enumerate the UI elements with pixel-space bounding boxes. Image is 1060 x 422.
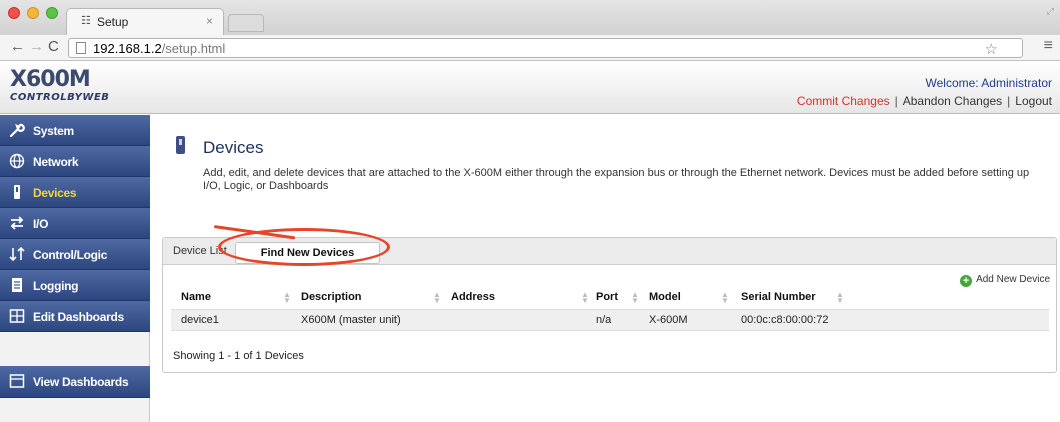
tab-close-icon[interactable]: × (206, 14, 213, 28)
arrows-icon (9, 215, 25, 231)
sidebar-item-label: View Dashboards (33, 375, 129, 389)
logic-icon (9, 246, 25, 262)
sidebar-item-system[interactable]: System (0, 115, 150, 146)
welcome-text: Welcome: Administrator (925, 76, 1053, 90)
bookmark-star-icon[interactable]: ☆ (985, 42, 998, 58)
page-icon (76, 42, 86, 54)
table-header: Name ▲ ▼ Description ▲ ▼ Address ▲ ▼ Port ▲… (171, 291, 1049, 307)
separator: | (1007, 94, 1011, 108)
sidebar-item-label: System (33, 124, 74, 138)
window-maximize-button[interactable] (46, 7, 58, 19)
window-minimize-button[interactable] (27, 7, 39, 19)
column-header-port[interactable]: Port (596, 291, 618, 303)
sidebar-item-devices[interactable]: Devices (0, 177, 150, 208)
sidebar-item-view-dashboards[interactable]: View Dashboards (0, 366, 150, 398)
sort-icon[interactable]: ▲ ▼ (433, 291, 441, 305)
cell-model: X-600M (649, 314, 688, 326)
sidebar-item-network[interactable]: Network (0, 146, 150, 177)
logout-link[interactable]: Logout (1015, 94, 1052, 108)
column-header-description[interactable]: Description (301, 291, 362, 303)
dashboard-icon (9, 308, 25, 324)
cell-description: X600M (master unit) (301, 314, 401, 326)
column-header-address[interactable]: Address (451, 291, 495, 303)
header-links: Commit Changes | Abandon Changes | Logout (797, 94, 1052, 108)
page-description: Add, edit, and delete devices that are a… (203, 167, 1030, 192)
list-icon (9, 277, 25, 293)
sort-icon[interactable]: ▲ ▼ (721, 291, 729, 305)
back-arrow-icon[interactable]: ← (10, 38, 25, 56)
favicon-icon: ☷ (81, 15, 91, 27)
sidebar-item-label: Network (33, 155, 79, 169)
logo-main: X600M (10, 67, 91, 92)
tab-title: Setup (97, 15, 129, 29)
sidebar-item-label: Edit Dashboards (33, 310, 124, 324)
sidebar-item-label: Control/Logic (33, 248, 108, 262)
reload-icon[interactable]: C (48, 38, 59, 56)
table-row[interactable]: device1 X600M (master unit) n/a X-600M 0… (171, 309, 1049, 331)
wrench-icon (9, 122, 25, 138)
fullscreen-icon[interactable]: ⤢ (1047, 6, 1054, 17)
cell-port: n/a (596, 314, 612, 326)
logo: X600M CONTROLBYWEB (10, 68, 109, 104)
device-icon (176, 136, 185, 154)
device-icon (9, 184, 25, 200)
tab-device-list[interactable]: Device List (173, 245, 227, 257)
forward-arrow-icon[interactable]: → (29, 38, 44, 56)
sidebar-item-label: Logging (33, 279, 79, 293)
separator: | (894, 94, 898, 108)
cell-name: device1 (181, 314, 219, 326)
add-new-device-label: Add New Device (976, 274, 1050, 285)
address-bar[interactable]: 192.168.1.2/setup.html ☆ (68, 38, 1023, 58)
tab-strip: Device List Find New Devices (163, 238, 1056, 265)
globe-icon (9, 153, 25, 169)
sidebar-item-edit-dashboards[interactable]: Edit Dashboards (0, 301, 150, 332)
page-title: Devices (203, 138, 264, 157)
pagination-info: Showing 1 - 1 of 1 Devices (173, 350, 304, 362)
url-path: /setup.html (161, 41, 226, 56)
abandon-changes-link[interactable]: Abandon Changes (903, 94, 1002, 108)
sort-icon[interactable]: ▲ ▼ (283, 291, 291, 305)
plus-circle-icon: + (960, 275, 973, 287)
column-header-name[interactable]: Name (181, 291, 211, 303)
sidebar: System Network Devices I/O Control/Logic… (0, 115, 150, 422)
sidebar-item-control-logic[interactable]: Control/Logic (0, 239, 150, 270)
browser-menu-icon[interactable]: ≡ (1044, 37, 1053, 55)
app-header: X600M CONTROLBYWEB Welcome: Administrato… (0, 62, 1060, 114)
sidebar-item-logging[interactable]: Logging (0, 270, 150, 301)
commit-changes-link[interactable]: Commit Changes (797, 94, 890, 108)
browser-toolbar: ← → C 192.168.1.2/setup.html ☆ ≡ (0, 35, 1060, 61)
add-new-device-button[interactable]: + Add New Device (960, 274, 1050, 287)
url-text: 192.168.1.2/setup.html (93, 41, 225, 56)
column-header-model[interactable]: Model (649, 291, 681, 303)
window-close-button[interactable] (8, 7, 20, 19)
devices-panel: Device List Find New Devices + Add New De… (162, 237, 1057, 373)
browser-tab-setup[interactable]: ☷ Setup × (66, 8, 224, 35)
logo-sub: CONTROLBYWEB (10, 92, 110, 103)
column-header-serial-number[interactable]: Serial Number (741, 291, 816, 303)
sidebar-item-label: I/O (33, 217, 49, 231)
sidebar-item-label: Devices (33, 186, 77, 200)
sort-icon[interactable]: ▲ ▼ (836, 291, 844, 305)
dashboard-icon (9, 373, 25, 389)
sort-icon[interactable]: ▲ ▼ (631, 291, 639, 305)
sort-icon[interactable]: ▲ ▼ (581, 291, 589, 305)
tab-find-new-devices[interactable]: Find New Devices (235, 242, 380, 264)
url-host: 192.168.1.2 (93, 41, 162, 56)
sidebar-item-io[interactable]: I/O (0, 208, 150, 239)
cell-serial-number: 00:0c:c8:00:00:72 (741, 314, 829, 326)
browser-titlebar: ☷ Setup × ⤢ (0, 0, 1060, 35)
new-tab-button[interactable] (228, 14, 264, 32)
